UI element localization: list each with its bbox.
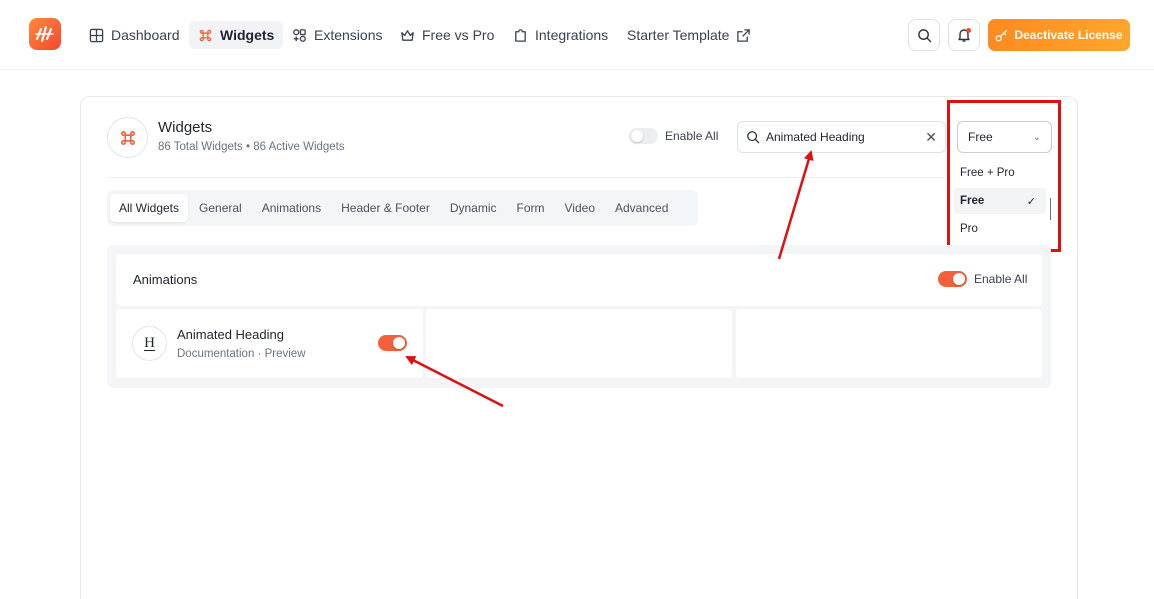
widgets-command-icon (107, 117, 148, 158)
plan-filter-value: Free (968, 130, 993, 144)
nav-integrations[interactable]: Integrations (504, 21, 617, 49)
search-icon (747, 131, 760, 144)
nav-integrations-label: Integrations (535, 27, 609, 43)
tab-general[interactable]: General (190, 194, 251, 222)
plan-option-pro[interactable]: Pro (950, 216, 1050, 242)
header-divider (107, 177, 945, 178)
heading-glyph: H (144, 335, 155, 351)
search-input[interactable] (766, 130, 916, 144)
nav-free-vs-pro-label: Free vs Pro (422, 27, 495, 43)
key-icon (996, 29, 1008, 41)
empty-widget-slot (736, 309, 1042, 378)
app-logo[interactable] (29, 18, 61, 50)
tab-dynamic[interactable]: Dynamic (441, 194, 506, 222)
puzzle-shapes-icon (293, 28, 306, 42)
tab-all-widgets[interactable]: All Widgets (110, 194, 189, 222)
search-button[interactable] (908, 19, 940, 51)
enable-all-animations[interactable]: Enable All (938, 271, 1027, 287)
plan-option-label: Free (960, 195, 985, 207)
plugin-icon (515, 28, 526, 42)
tab-animations[interactable]: Animations (253, 194, 330, 222)
command-icon (199, 29, 212, 41)
notifications-button[interactable] (948, 19, 980, 51)
nav-dashboard-label: Dashboard (111, 27, 180, 43)
category-tabs: All Widgets General Animations Header & … (107, 190, 698, 226)
animations-section-header (116, 254, 1042, 306)
animated-heading-toggle[interactable] (378, 335, 407, 351)
link-separator: · (257, 348, 262, 360)
tab-form[interactable]: Form (508, 194, 554, 222)
search-icon (917, 28, 931, 42)
dropdown-scrollbar[interactable] (1050, 198, 1051, 220)
nav-free-vs-pro[interactable]: Free vs Pro (391, 21, 503, 49)
plan-filter-menu: Free + Pro Free ✓ Pro (950, 160, 1050, 244)
tab-advanced[interactable]: Advanced (606, 194, 677, 222)
plan-filter-select[interactable]: Free ⌄ (957, 121, 1052, 153)
widget-enable-toggle[interactable] (378, 335, 407, 356)
widget-search: ✕ (737, 121, 946, 153)
page-title: Widgets (158, 119, 213, 136)
tab-video[interactable]: Video (556, 194, 604, 222)
enable-all-label: Enable All (665, 129, 719, 143)
nav-extensions-label: Extensions (314, 27, 383, 43)
enable-all-widgets[interactable]: Enable All (629, 128, 718, 144)
top-navigation: Dashboard Widgets Extensions Free vs Pro… (0, 0, 1154, 70)
preview-link[interactable]: Preview (265, 348, 306, 360)
enable-all-toggle[interactable] (629, 128, 658, 144)
tab-header-footer[interactable]: Header & Footer (332, 194, 439, 222)
nav-extensions[interactable]: Extensions (283, 21, 391, 49)
plan-option-free[interactable]: Free ✓ (954, 188, 1046, 214)
widget-links: Documentation · Preview (177, 348, 306, 360)
widgets-count-summary: 86 Total Widgets • 86 Active Widgets (158, 141, 345, 153)
enable-all-animations-toggle[interactable] (938, 271, 967, 287)
empty-widget-slot (426, 309, 732, 378)
deactivate-license-button[interactable]: Deactivate License (988, 19, 1130, 51)
documentation-link[interactable]: Documentation (177, 348, 254, 360)
bell-icon (958, 28, 971, 42)
deactivate-license-label: Deactivate License (1014, 28, 1123, 42)
nav-dashboard[interactable]: Dashboard (80, 21, 189, 49)
crown-icon (401, 29, 414, 41)
section-title: Animations (133, 272, 198, 287)
heading-icon: H (132, 326, 167, 361)
clear-search-icon[interactable]: ✕ (925, 129, 937, 146)
plan-option-label: Pro (960, 223, 978, 235)
enable-all-animations-label: Enable All (974, 272, 1028, 286)
check-icon: ✓ (1026, 195, 1036, 208)
widget-name: Animated Heading (177, 327, 284, 342)
plan-option-label: Free + Pro (960, 167, 1015, 179)
plan-option-free-pro[interactable]: Free + Pro (950, 160, 1050, 186)
nav-widgets-label: Widgets (220, 27, 275, 43)
external-link-icon (737, 28, 751, 42)
nav-starter-template-label: Starter Template (627, 27, 730, 43)
nav-starter-template[interactable]: Starter Template (618, 21, 760, 49)
grid-icon (89, 28, 104, 42)
logo-mark-icon (35, 25, 54, 43)
chevron-down-icon: ⌄ (1032, 131, 1041, 143)
nav-widgets[interactable]: Widgets (189, 21, 284, 49)
